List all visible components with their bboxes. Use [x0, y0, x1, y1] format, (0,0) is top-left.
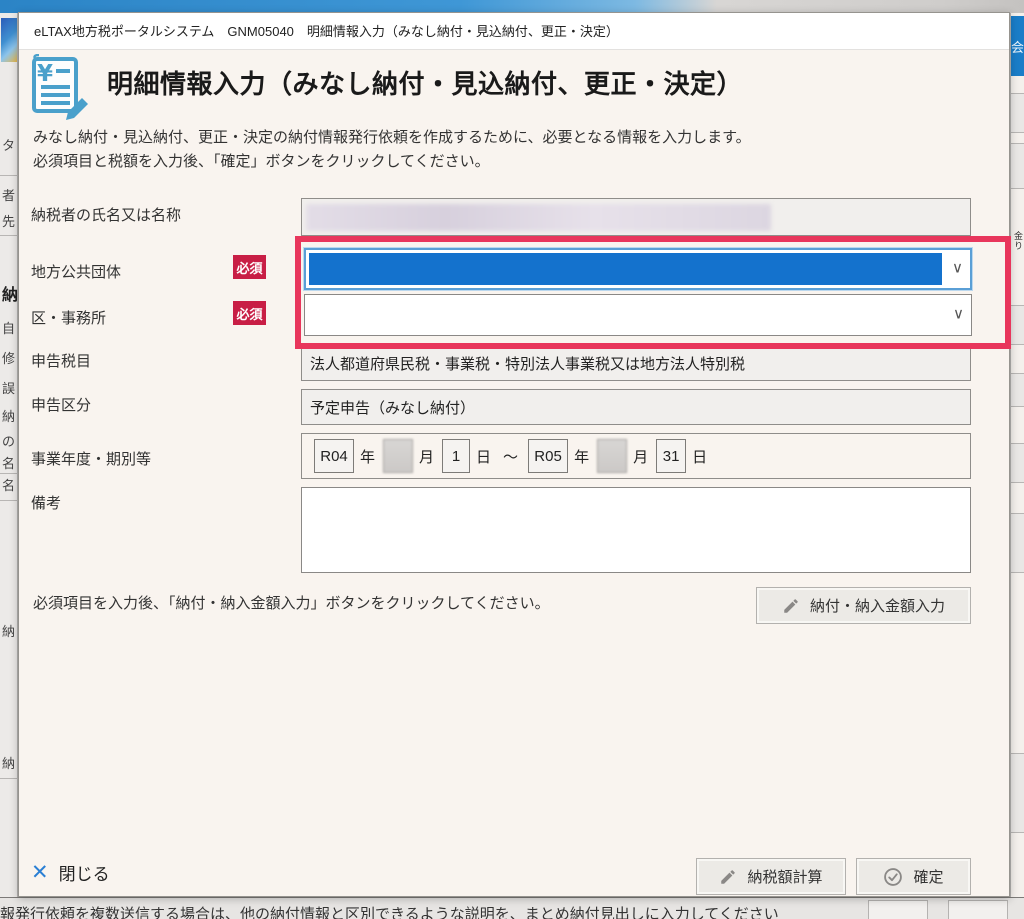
month-unit-label: 月 [633, 446, 648, 467]
range-tilde: ～ [503, 446, 518, 467]
fiscal-period-label: 事業年度・期別等 [31, 448, 151, 469]
confirm-button[interactable]: 確定 [856, 858, 971, 895]
svg-text:¥: ¥ [37, 61, 53, 87]
start-month-input[interactable] [383, 439, 413, 473]
remarks-label: 備考 [31, 492, 61, 513]
bg-text-fragment: 納 [2, 281, 18, 305]
pencil-icon [719, 868, 737, 886]
tax-item-value: 法人都道府県民税・事業税・特別法人事業税又は地方法人特別税 [310, 353, 745, 374]
bg-clipped-text: 報発行依頼を複数送信する場合は、他の納付情報と区別できるような説明を、まとめ納付… [0, 903, 779, 919]
close-x-icon: ✕ [31, 862, 49, 883]
background-window-left-sliver: タ 者 先 納 自 修 誤 納 の 名 名 納 納 [0, 13, 18, 897]
bg-text-fragment: 納 [2, 621, 15, 640]
background-window-bottom-strip: 報発行依頼を複数送信する場合は、他の納付情報と区別できるような説明を、まとめ納付… [0, 897, 1024, 919]
tax-item-field: 法人都道府県民税・事業税・特別法人事業税又は地方法人特別税 [301, 345, 971, 381]
tax-calc-button[interactable]: 納税額計算 [696, 858, 846, 895]
dialog-title-bar: eLTAX地方税ポータルシステム GNM05040 明細情報入力（みなし納付・見… [19, 13, 1009, 50]
day-unit-label: 日 [476, 446, 491, 467]
pencil-icon [782, 597, 800, 615]
bg-text-fragment: 納 [2, 406, 15, 425]
amount-entry-button[interactable]: 納付・納入金額入力 [756, 587, 971, 624]
ward-office-select[interactable]: ∨ [304, 294, 972, 336]
page-description: みなし納付・見込納付、更正・決定の納付情報発行依頼を作成するために、必要となる情… [33, 126, 751, 174]
end-month-input[interactable] [597, 439, 627, 473]
taxpayer-name-field [301, 198, 971, 236]
amount-entry-button-label: 納付・納入金額入力 [810, 595, 945, 616]
bg-text-fragment: 名 [2, 453, 15, 472]
tax-item-label: 申告税目 [31, 350, 91, 371]
chevron-down-icon: ∨ [953, 305, 964, 323]
end-day-input[interactable]: 31 [656, 439, 686, 473]
ward-office-label: 区・事務所 [31, 307, 106, 328]
report-category-field: 予定申告（みなし納付） [301, 389, 971, 425]
page-description-line1: みなし納付・見込納付、更正・決定の納付情報発行依頼を作成するために、必要となる情… [33, 126, 751, 150]
chevron-down-icon: ∨ [952, 259, 963, 277]
day-unit-label: 日 [692, 446, 707, 467]
bg-text-fragment: 名 [2, 475, 15, 494]
local-government-select[interactable]: ∨ [304, 248, 972, 290]
month-unit-label: 月 [419, 446, 434, 467]
end-year-input[interactable]: R05 [528, 439, 568, 473]
check-circle-icon [883, 867, 903, 887]
background-app-logo [1, 18, 17, 62]
start-year-input[interactable]: R04 [314, 439, 354, 473]
bg-vertical-text: 金り [1012, 231, 1024, 251]
close-link[interactable]: ✕ 閉じる [31, 860, 110, 885]
required-badge: 必須 [233, 301, 266, 325]
tax-calc-button-label: 納税額計算 [747, 866, 822, 887]
bg-text-fragment: タ [2, 135, 15, 154]
page-description-line2: 必須項目と税額を入力後、「確定」ボタンをクリックしてください。 [33, 150, 751, 174]
background-blue-button: 会 [1011, 16, 1024, 76]
amount-instruction-text: 必須項目を入力後、「納付・納入金額入力」ボタンをクリックしてください。 [33, 592, 550, 613]
local-government-label: 地方公共団体 [31, 261, 121, 282]
bg-text-fragment: 自 [2, 318, 15, 337]
page-title: 明細情報入力（みなし納付・見込納付、更正・決定） [107, 64, 743, 101]
taxpayer-name-label: 納税者の氏名又は名称 [31, 204, 181, 225]
background-window-right-sliver: 会 金り [1010, 13, 1024, 897]
bg-text-fragment: 納 [2, 753, 15, 772]
selected-option-highlight [309, 253, 942, 285]
year-unit-label: 年 [574, 446, 589, 467]
confirm-button-label: 確定 [913, 866, 943, 887]
detail-info-entry-dialog: eLTAX地方税ポータルシステム GNM05040 明細情報入力（みなし納付・見… [18, 12, 1010, 897]
bg-text-fragment: 誤 [2, 378, 15, 397]
fiscal-period-group: R04 年 月 1 日 ～ R05 年 月 31 日 [301, 433, 971, 479]
bg-text-fragment: の [2, 431, 15, 450]
required-badge: 必須 [233, 255, 266, 279]
payment-document-icon: ¥ [24, 54, 94, 122]
report-category-value: 予定申告（みなし納付） [310, 397, 475, 418]
redacted-taxpayer-name [306, 204, 771, 231]
dialog-body: ¥ 明細情報入力（みなし納付・見込納付、更正・決定） みなし納付・見込納付、更正… [19, 50, 1009, 896]
report-category-label: 申告区分 [31, 394, 91, 415]
start-day-input[interactable]: 1 [442, 439, 470, 473]
remarks-textarea[interactable] [301, 487, 971, 573]
bg-text-fragment: 者 [2, 185, 15, 204]
close-link-label: 閉じる [59, 860, 110, 885]
year-unit-label: 年 [360, 446, 375, 467]
bg-text-fragment: 修 [2, 348, 15, 367]
bg-text-fragment: 先 [2, 211, 15, 230]
